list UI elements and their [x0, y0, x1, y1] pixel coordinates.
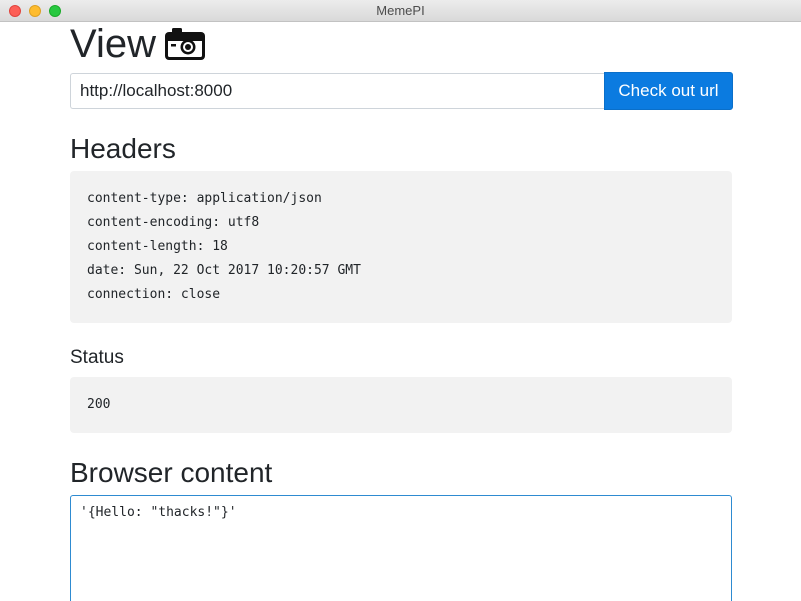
header-line: date: Sun, 22 Oct 2017 10:20:57 GMT — [87, 263, 361, 278]
page-title: View — [70, 22, 206, 66]
page-title-text: View — [70, 22, 156, 66]
url-input[interactable] — [70, 73, 604, 109]
status-block: 200 — [70, 377, 732, 433]
camera-icon — [164, 28, 205, 60]
headers-heading: Headers — [70, 133, 176, 164]
headers-block: content-type: application/json content-e… — [70, 171, 732, 323]
status-value: 200 — [87, 397, 111, 412]
app-window: MemePI View Check out url Headers conten… — [0, 0, 801, 601]
header-line: content-length: 18 — [87, 239, 228, 254]
browser-content-textarea[interactable]: '{Hello: "thacks!"}' — [70, 495, 732, 601]
browser-content-heading: Browser content — [70, 457, 273, 488]
header-line: content-encoding: utf8 — [87, 215, 260, 230]
status-heading: Status — [70, 347, 124, 368]
window-title: MemePI — [376, 3, 425, 18]
check-out-url-button[interactable]: Check out url — [604, 72, 733, 110]
header-line: connection: close — [87, 287, 221, 302]
header-line: content-type: application/json — [87, 191, 322, 206]
title-bar: MemePI — [0, 0, 801, 22]
